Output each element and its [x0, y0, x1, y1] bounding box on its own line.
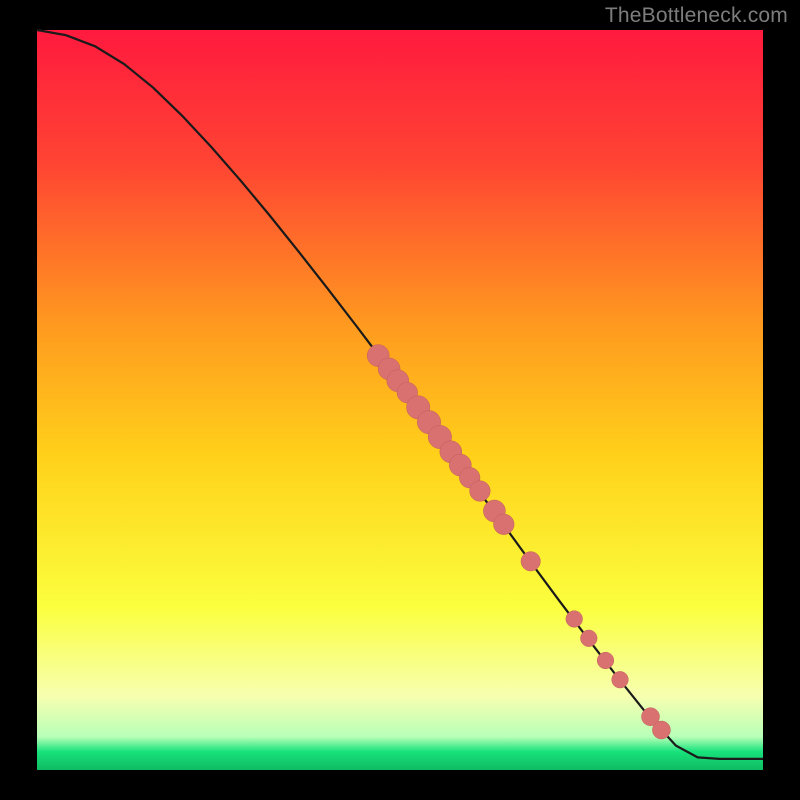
highlight-dot — [566, 611, 583, 628]
highlight-dot — [612, 671, 629, 688]
highlight-dot — [597, 652, 614, 669]
chart-svg — [0, 0, 800, 800]
highlight-dot — [521, 552, 540, 571]
highlight-dot — [470, 481, 491, 502]
chart-stage: TheBottleneck.com — [0, 0, 800, 800]
highlight-dot — [494, 514, 515, 535]
highlight-dot — [652, 721, 670, 739]
highlight-dot — [581, 630, 598, 647]
watermark-label: TheBottleneck.com — [605, 4, 788, 28]
